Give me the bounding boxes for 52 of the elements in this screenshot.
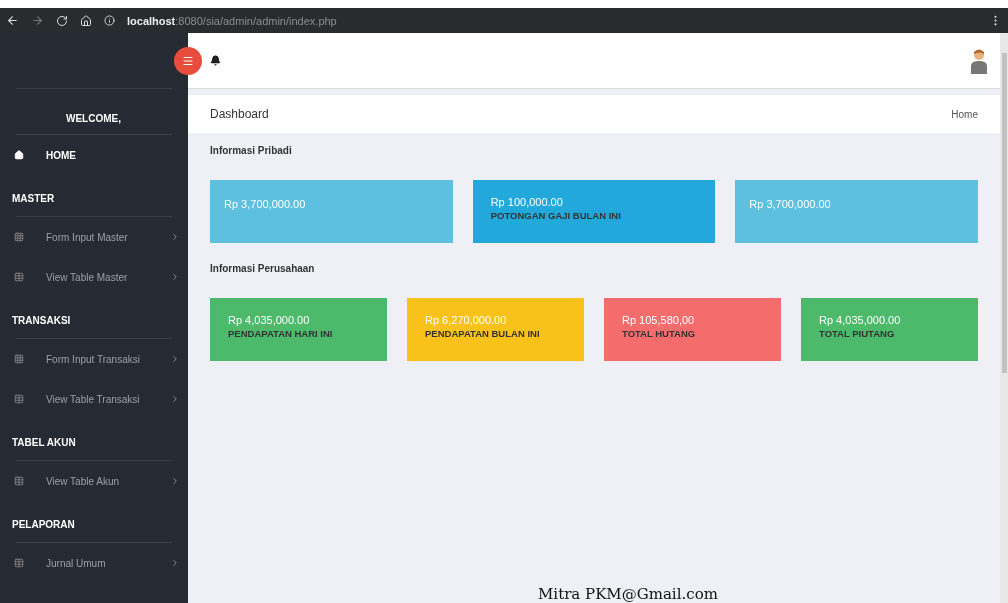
section-heading: PELAPORAN	[11, 518, 76, 532]
amount-text: Rp 3,700,000.00	[749, 198, 832, 210]
section-title: Informasi Perusahaan	[210, 263, 316, 274]
home-icon[interactable]	[80, 14, 92, 27]
chevron-icon	[170, 232, 180, 242]
chevron-icon	[170, 476, 180, 486]
user-avatar-icon[interactable]	[968, 47, 990, 74]
chevron-icon	[170, 394, 180, 404]
info-icon[interactable]	[104, 15, 115, 26]
amount-text: Rp 6,270,000.00	[425, 314, 508, 326]
sidebar-item[interactable]: Form Input Master	[0, 217, 188, 257]
amount-text: Rp 3,700,000.00	[224, 198, 307, 210]
sidebar-item[interactable]: Jurnal Umum	[0, 543, 188, 583]
amount-text: Rp 105,580,00	[622, 314, 696, 326]
home-icon	[14, 150, 24, 160]
sidebar-item[interactable]: View Table Master	[0, 257, 188, 297]
sidebar-item[interactable]: View Table Akun	[0, 461, 188, 501]
table-icon	[14, 272, 24, 282]
reload-icon[interactable]	[56, 14, 68, 27]
sidebar-item[interactable]: View Table Transaksi	[0, 379, 188, 419]
bell-icon[interactable]	[210, 55, 221, 66]
amount-text: Rp 4,035,000.00	[228, 314, 311, 326]
amount-text: Rp 4,035,000.00	[819, 314, 902, 326]
grid-icon	[14, 354, 24, 364]
caption-text: Mitra PKM@Gmail.com	[538, 585, 718, 603]
welcome-text: WELCOME,	[16, 89, 172, 135]
sidebar-item[interactable]: Form Input Transaksi	[0, 339, 188, 379]
table-icon	[14, 558, 24, 568]
section-title: Informasi Pribadi	[210, 145, 293, 156]
card-label: PENDAPATAN HARI INI	[228, 328, 334, 339]
forward-icon[interactable]	[31, 14, 44, 27]
scrollbar[interactable]	[1000, 33, 1008, 603]
table-icon	[14, 476, 24, 486]
chevron-icon	[170, 558, 180, 568]
menu-icon	[182, 55, 194, 67]
section-heading: MASTER	[11, 192, 56, 206]
chevron-icon	[170, 272, 180, 282]
sidebar-item[interactable]: HOME	[0, 135, 188, 175]
chevron-icon	[170, 354, 180, 364]
page-title: Dashboard	[210, 107, 269, 121]
address-field[interactable]: localhost:8080/sia/admin/admin/index.php	[127, 14, 337, 27]
card-label: PENDAPATAN BULAN INI	[425, 328, 541, 339]
card-label: TOTAL HUTANG	[622, 328, 697, 339]
section-heading: TABEL AKUN	[11, 436, 77, 450]
section-heading: TRANSAKSI	[11, 314, 72, 328]
breadcrumb-link[interactable]: Home	[951, 108, 978, 120]
table-icon	[14, 394, 24, 404]
back-icon[interactable]	[6, 14, 19, 27]
card-label: POTONGAN GAJI BULAN INI	[490, 210, 622, 221]
grid-icon	[14, 232, 24, 242]
card-label: TOTAL PIUTANG	[819, 328, 896, 339]
amount-text: Rp 100,000.00	[490, 196, 564, 208]
